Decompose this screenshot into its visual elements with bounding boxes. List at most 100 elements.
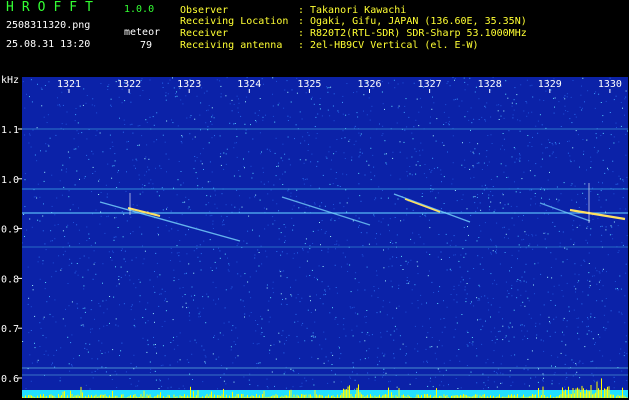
noise-speck	[544, 238, 546, 240]
noise-speck	[432, 386, 434, 388]
noise-speck	[500, 163, 502, 165]
noise-speck	[419, 150, 420, 152]
noise-speck	[377, 347, 379, 349]
noise-speck	[617, 225, 619, 227]
noise-speck	[503, 171, 505, 173]
noise-speck	[215, 287, 217, 289]
noise-speck	[75, 270, 77, 272]
noise-speck	[389, 258, 391, 260]
noise-speck	[626, 380, 628, 381]
noise-speck	[413, 242, 415, 244]
level-spike	[46, 396, 47, 398]
noise-speck	[126, 141, 128, 143]
noise-speck	[594, 317, 596, 318]
noise-speck	[449, 359, 451, 361]
noise-speck	[507, 237, 509, 239]
noise-speck	[172, 122, 174, 124]
noise-speck	[409, 166, 411, 167]
noise-speck	[466, 208, 468, 210]
noise-speck	[124, 100, 126, 102]
noise-speck	[354, 388, 355, 390]
noise-speck	[581, 85, 582, 87]
noise-speck	[188, 263, 190, 265]
noise-speck	[415, 173, 417, 175]
noise-speck	[621, 242, 623, 244]
level-spike	[386, 394, 388, 398]
noise-speck	[589, 234, 591, 236]
noise-speck	[231, 204, 233, 206]
noise-speck	[39, 346, 41, 347]
level-spike	[95, 394, 97, 398]
noise-speck	[459, 266, 461, 268]
level-spike	[191, 397, 193, 398]
noise-speck	[319, 205, 321, 207]
noise-speck	[295, 297, 297, 299]
level-spike	[524, 396, 526, 398]
noise-speck	[181, 214, 183, 216]
noise-speck	[38, 256, 40, 258]
noise-speck	[98, 340, 100, 342]
noise-speck	[480, 329, 482, 331]
noise-speck	[342, 101, 343, 103]
noise-speck	[492, 283, 494, 285]
level-spike	[485, 397, 487, 398]
noise-speck	[383, 267, 385, 269]
noise-speck	[509, 322, 511, 324]
noise-speck	[513, 147, 515, 148]
level-spike	[158, 394, 160, 398]
noise-speck	[329, 288, 331, 290]
noise-speck	[441, 142, 443, 144]
noise-speck	[344, 137, 346, 139]
noise-speck	[570, 238, 572, 240]
noise-speck	[43, 316, 45, 318]
noise-speck	[129, 92, 131, 94]
noise-speck	[39, 278, 41, 280]
noise-speck	[585, 239, 587, 241]
noise-speck	[573, 220, 575, 222]
noise-speck	[254, 196, 256, 198]
level-spike	[488, 397, 490, 398]
level-spike	[547, 396, 548, 398]
noise-speck	[601, 300, 603, 302]
noise-speck	[305, 238, 307, 240]
noise-speck	[568, 310, 570, 312]
noise-speck	[180, 141, 182, 143]
noise-speck	[339, 202, 341, 204]
noise-speck	[472, 196, 474, 198]
noise-speck	[502, 192, 503, 194]
noise-speck	[467, 332, 469, 333]
noise-speck	[68, 264, 70, 266]
noise-speck	[550, 300, 552, 301]
noise-speck	[374, 175, 376, 177]
noise-speck	[519, 157, 521, 159]
noise-speck	[104, 352, 106, 354]
noise-speck	[126, 220, 128, 222]
noise-speck	[169, 260, 171, 261]
level-spike	[497, 396, 499, 398]
noise-speck	[351, 371, 353, 373]
level-spike	[251, 395, 253, 398]
noise-speck	[580, 94, 582, 96]
noise-speck	[182, 182, 184, 184]
noise-speck	[388, 381, 390, 383]
noise-speck	[215, 303, 217, 305]
noise-speck	[591, 372, 593, 374]
noise-speck	[551, 365, 552, 367]
noise-speck	[510, 267, 512, 268]
noise-speck	[167, 378, 169, 380]
noise-speck	[55, 321, 57, 323]
noise-speck	[292, 386, 294, 388]
level-spike	[187, 395, 188, 398]
noise-speck	[587, 226, 589, 227]
noise-speck	[456, 98, 458, 100]
noise-speck	[437, 256, 439, 258]
noise-speck	[276, 251, 278, 252]
level-spike	[430, 394, 431, 398]
level-spike	[578, 388, 580, 398]
noise-speck	[323, 331, 325, 333]
noise-speck	[358, 156, 360, 158]
noise-speck	[49, 137, 51, 139]
noise-speck	[199, 311, 201, 313]
noise-speck	[263, 336, 265, 337]
noise-speck	[135, 287, 137, 289]
